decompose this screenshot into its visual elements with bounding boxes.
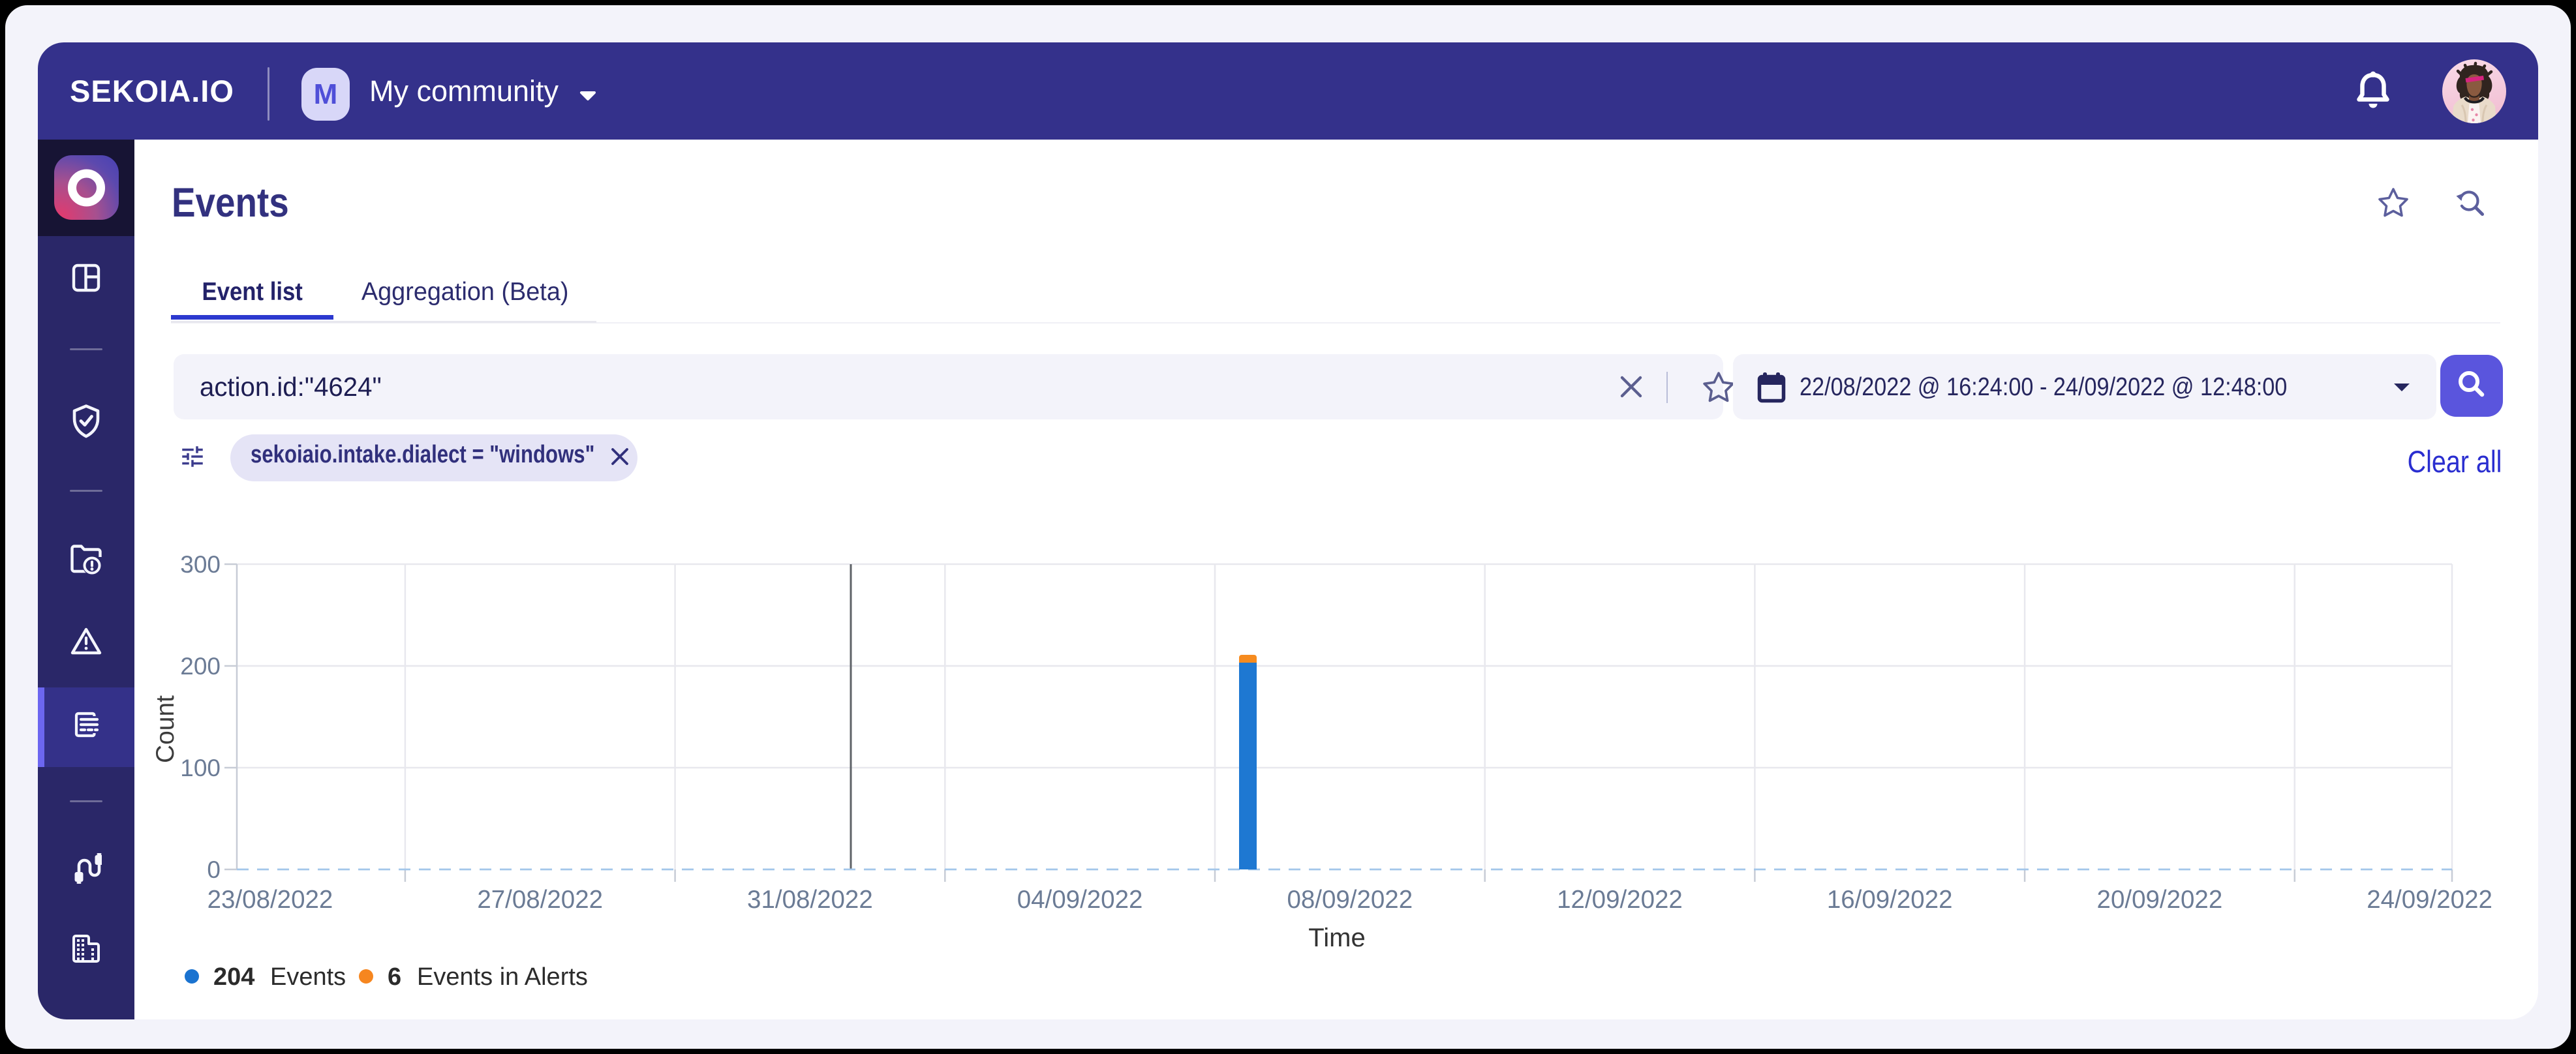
svg-text:100: 100 xyxy=(180,755,221,781)
svg-text:0: 0 xyxy=(207,856,221,883)
svg-text:16/09/2022: 16/09/2022 xyxy=(1827,886,1953,914)
svg-text:Count: Count xyxy=(151,695,179,763)
svg-text:Time: Time xyxy=(1308,924,1365,952)
svg-text:Events: Events xyxy=(270,963,346,991)
svg-text:04/09/2022: 04/09/2022 xyxy=(1017,886,1143,914)
svg-text:23/08/2022: 23/08/2022 xyxy=(207,886,333,914)
svg-text:Events in Alerts: Events in Alerts xyxy=(417,963,588,991)
svg-text:200: 200 xyxy=(180,653,221,680)
svg-text:204: 204 xyxy=(213,963,254,991)
svg-text:300: 300 xyxy=(180,551,221,578)
svg-text:12/09/2022: 12/09/2022 xyxy=(1557,886,1683,914)
svg-text:31/08/2022: 31/08/2022 xyxy=(747,886,873,914)
svg-text:08/09/2022: 08/09/2022 xyxy=(1287,886,1413,914)
svg-text:24/09/2022: 24/09/2022 xyxy=(2367,886,2492,914)
svg-text:27/08/2022: 27/08/2022 xyxy=(477,886,603,914)
svg-text:20/09/2022: 20/09/2022 xyxy=(2097,886,2223,914)
svg-text:6: 6 xyxy=(388,963,401,991)
